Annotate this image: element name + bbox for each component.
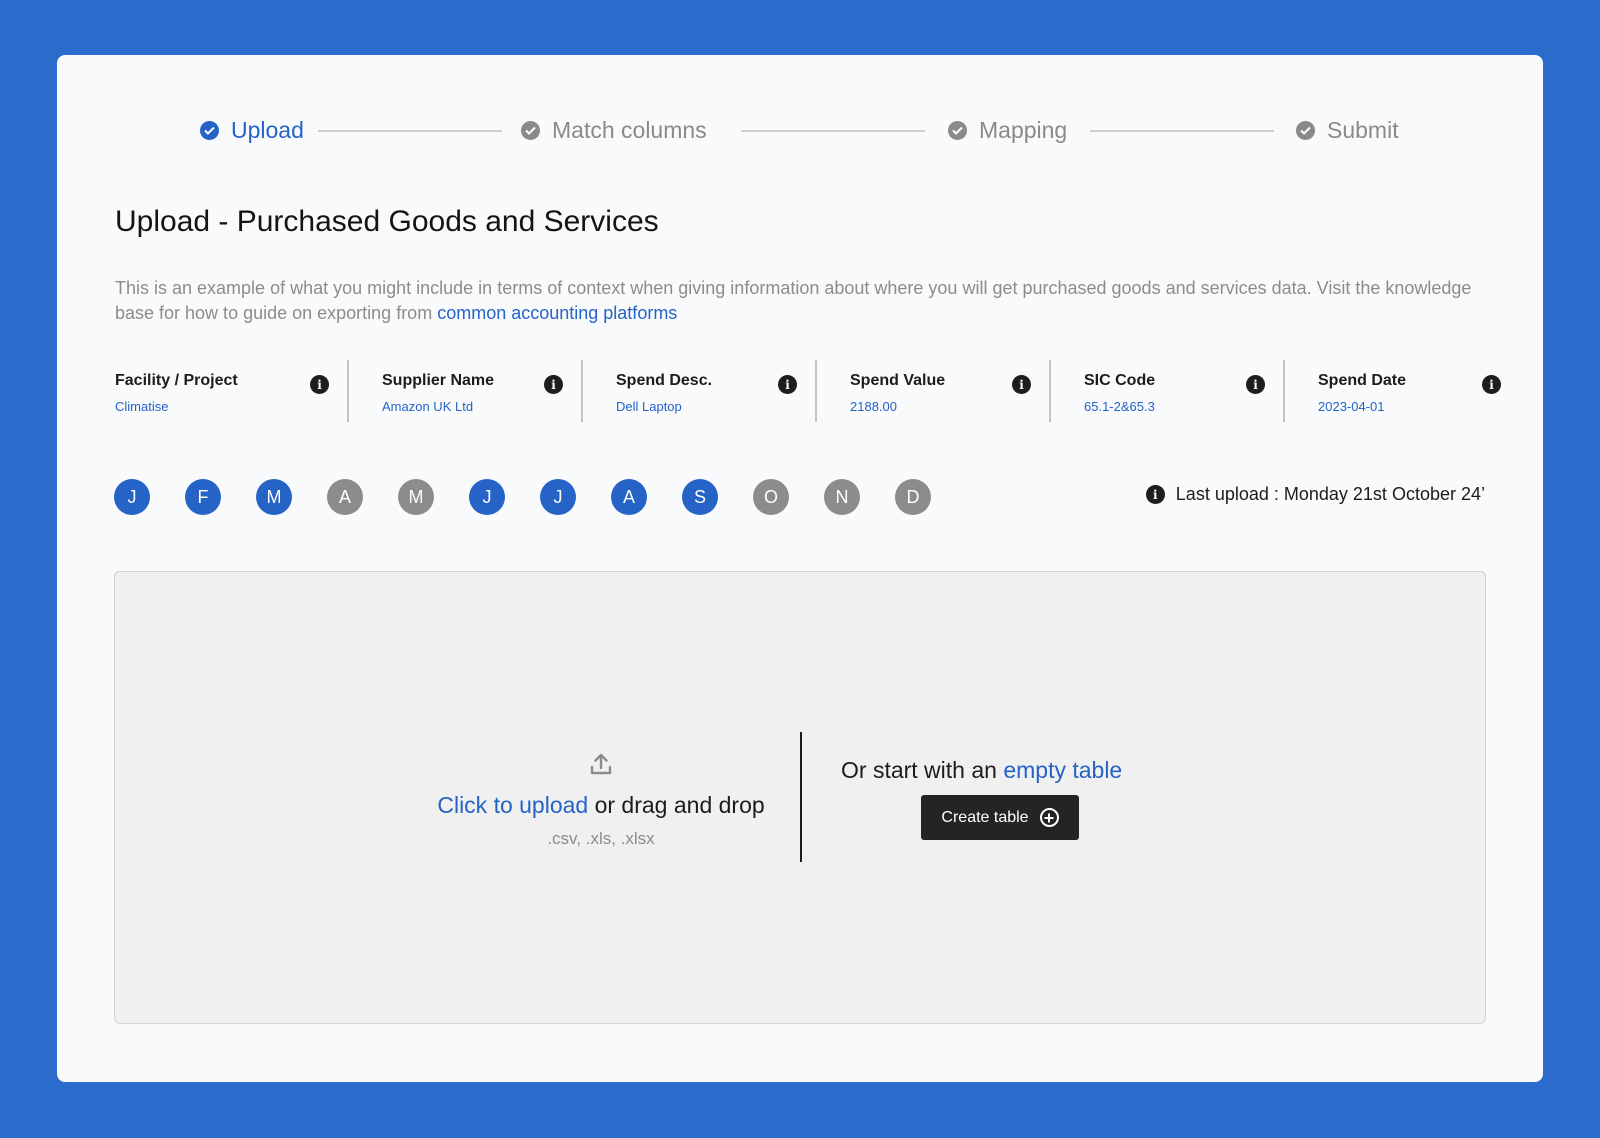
- drag-drop-text: or drag and drop: [588, 792, 765, 818]
- month-jul[interactable]: J: [540, 479, 576, 515]
- field-example: Climatise: [115, 399, 169, 414]
- month-apr[interactable]: A: [327, 479, 363, 515]
- month-indicators: J F M A M J J A S O N D: [114, 479, 931, 515]
- field-example: 2023-04-01: [1318, 399, 1385, 414]
- field-supplier-name: Supplier Name Amazon UK Ltd i: [349, 360, 583, 422]
- empty-table-link[interactable]: empty table: [1003, 757, 1122, 783]
- step-connector: [1090, 130, 1274, 132]
- field-spend-value: Spend Value 2188.00 i: [817, 360, 1051, 422]
- upload-icon[interactable]: [589, 752, 613, 776]
- month-sep[interactable]: S: [682, 479, 718, 515]
- field-example: 65.1-2&65.3: [1084, 399, 1155, 414]
- create-table-button[interactable]: Create table: [921, 795, 1079, 840]
- field-facility-project: Facility / Project Climatise i: [115, 360, 349, 422]
- accepted-file-types: .csv, .xls, .xlsx: [547, 829, 655, 848]
- step-submit[interactable]: Submit: [1296, 113, 1399, 147]
- divider: [800, 732, 802, 862]
- accounting-platforms-link[interactable]: common accounting platforms: [437, 303, 677, 323]
- step-label: Match columns: [552, 116, 707, 143]
- step-connector: [741, 130, 925, 132]
- info-icon: i: [1145, 485, 1165, 504]
- info-icon[interactable]: i: [778, 375, 797, 394]
- field-name: Spend Desc.: [616, 372, 713, 389]
- empty-prefix-text: Or start with an: [841, 757, 1004, 783]
- info-icon[interactable]: i: [1246, 375, 1265, 394]
- check-circle-icon: [948, 120, 967, 140]
- field-example: 2188.00: [850, 399, 897, 414]
- step-match-columns[interactable]: Match columns: [521, 113, 707, 147]
- month-oct[interactable]: O: [753, 479, 789, 515]
- step-connector: [318, 130, 502, 132]
- month-feb[interactable]: F: [185, 479, 221, 515]
- step-label: Mapping: [979, 116, 1068, 143]
- description-text: This is an example of what you might inc…: [115, 278, 1472, 323]
- last-upload-text: Last upload : Monday 21st October 24’: [1175, 484, 1485, 504]
- info-icon[interactable]: i: [544, 375, 563, 394]
- field-example: Dell Laptop: [616, 399, 682, 414]
- step-label: Upload: [231, 116, 304, 143]
- month-jan[interactable]: J: [114, 479, 150, 515]
- field-name: Spend Value: [850, 372, 946, 389]
- column-hints: Facility / Project Climatise i Supplier …: [115, 360, 1519, 422]
- step-mapping[interactable]: Mapping: [948, 113, 1067, 147]
- click-to-upload-link[interactable]: Click to upload: [437, 792, 588, 818]
- info-icon[interactable]: i: [1482, 375, 1501, 394]
- month-aug[interactable]: A: [611, 479, 647, 515]
- field-example: Amazon UK Ltd: [382, 399, 474, 414]
- page-title: Upload - Purchased Goods and Services: [115, 205, 659, 238]
- step-label: Submit: [1327, 116, 1399, 143]
- month-dec[interactable]: D: [895, 479, 931, 515]
- check-circle-icon: [1296, 120, 1315, 140]
- plus-circle-icon: [1039, 808, 1059, 827]
- step-upload[interactable]: Upload: [200, 113, 304, 147]
- field-name: Facility / Project: [115, 372, 238, 389]
- month-jun[interactable]: J: [469, 479, 505, 515]
- info-icon[interactable]: i: [1012, 375, 1031, 394]
- file-dropzone[interactable]: Click to upload or drag and drop .csv, .…: [114, 571, 1486, 1024]
- info-icon[interactable]: i: [310, 375, 329, 394]
- field-name: Supplier Name: [382, 372, 495, 389]
- month-nov[interactable]: N: [824, 479, 860, 515]
- field-sic-code: SIC Code 65.1-2&65.3 i: [1051, 360, 1285, 422]
- field-spend-date: Spend Date 2023-04-01 i: [1285, 360, 1519, 422]
- page-description: This is an example of what you might inc…: [115, 276, 1495, 326]
- field-spend-desc: Spend Desc. Dell Laptop i: [583, 360, 817, 422]
- upload-prompt: Click to upload or drag and drop: [401, 792, 801, 819]
- check-circle-icon: [521, 120, 540, 140]
- month-mar[interactable]: M: [256, 479, 292, 515]
- stepper: Upload Match columns Mapping Submit: [57, 113, 1543, 147]
- check-circle-icon: [200, 120, 219, 140]
- month-may[interactable]: M: [398, 479, 434, 515]
- last-upload-status: i Last upload : Monday 21st October 24’: [1145, 484, 1485, 505]
- field-name: SIC Code: [1084, 372, 1156, 389]
- field-name: Spend Date: [1318, 372, 1407, 389]
- empty-table-prompt: Or start with an empty table: [841, 757, 1122, 784]
- create-table-label: Create table: [941, 808, 1029, 826]
